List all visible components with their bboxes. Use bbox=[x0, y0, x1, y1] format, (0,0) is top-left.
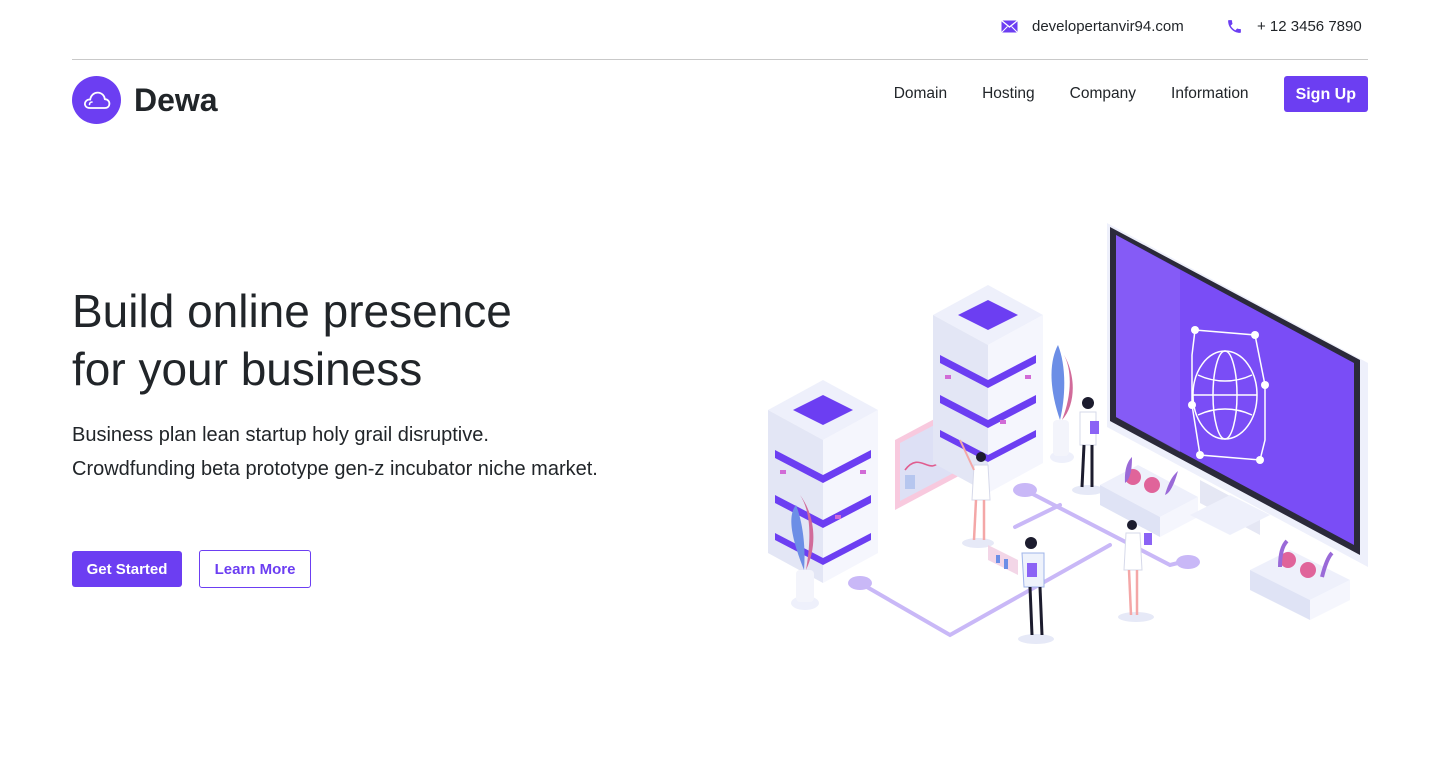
sign-up-button[interactable]: Sign Up bbox=[1283, 76, 1368, 112]
cloud-icon bbox=[72, 76, 121, 124]
contact-email[interactable]: developertanvir94.com bbox=[1000, 17, 1184, 35]
phone-icon bbox=[1225, 17, 1243, 35]
hero-title-line-2: for your business bbox=[72, 343, 423, 395]
brand-name: Dewa bbox=[134, 81, 218, 118]
nav-link-company[interactable]: Company bbox=[1070, 85, 1136, 103]
learn-more-button[interactable]: Learn More bbox=[199, 550, 311, 588]
nav-links: Domain Hosting Company Information Sign … bbox=[894, 76, 1368, 112]
contact-phone-text: + 12 3456 7890 bbox=[1257, 17, 1362, 35]
nav-link-hosting[interactable]: Hosting bbox=[982, 85, 1035, 103]
contact-phone[interactable]: + 12 3456 7890 bbox=[1225, 17, 1362, 35]
get-started-button[interactable]: Get Started bbox=[72, 551, 182, 587]
nav-link-domain[interactable]: Domain bbox=[894, 85, 947, 103]
top-contact-bar: developertanvir94.com + 12 3456 7890 bbox=[72, 0, 1368, 60]
hero-description: Business plan lean startup holy grail di… bbox=[72, 424, 598, 480]
nav-link-information[interactable]: Information bbox=[1171, 85, 1249, 103]
hosting-illustration bbox=[760, 215, 1370, 650]
main-navbar: Dewa Domain Hosting Company Information … bbox=[72, 60, 1368, 136]
envelope-icon bbox=[1000, 17, 1018, 35]
brand-logo-link[interactable]: Dewa bbox=[72, 76, 218, 124]
hero-title: Build online presence for your business bbox=[72, 282, 692, 398]
contact-email-text: developertanvir94.com bbox=[1032, 17, 1184, 35]
hero-title-line-1: Build online presence bbox=[72, 285, 512, 337]
